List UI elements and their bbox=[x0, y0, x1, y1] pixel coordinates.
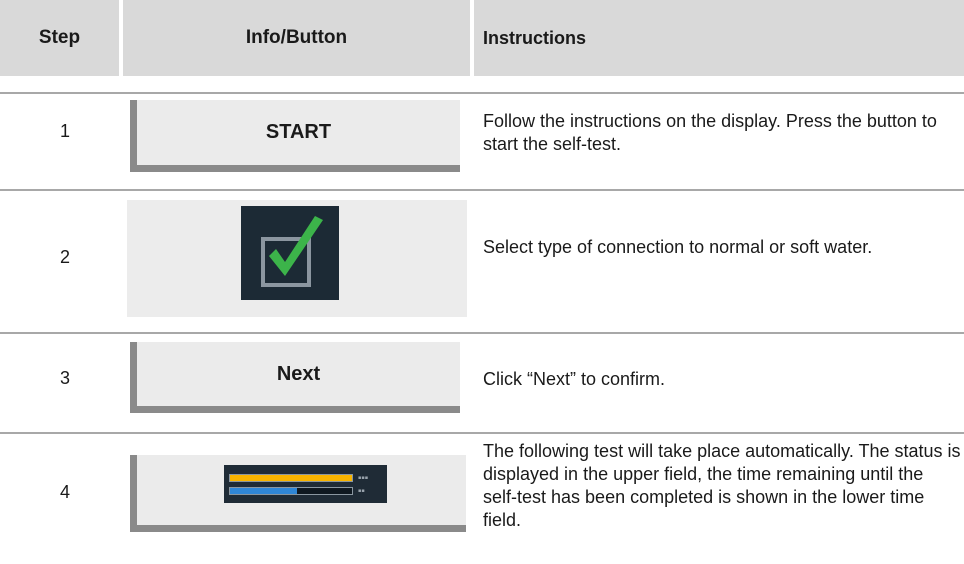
step-instruction: The following test will take place autom… bbox=[483, 441, 961, 530]
step-instruction: Click “Next” to confirm. bbox=[483, 369, 666, 389]
status-progress-bar bbox=[229, 474, 353, 482]
progress-status-icon: ▪▪▪ ▪▪ bbox=[224, 465, 387, 503]
row-divider bbox=[0, 332, 964, 334]
column-header-step: Step bbox=[0, 0, 119, 76]
checkbox-checked-icon[interactable] bbox=[241, 206, 339, 300]
row-divider bbox=[0, 189, 964, 191]
step-number: 1 bbox=[59, 121, 70, 141]
step-number: 3 bbox=[59, 368, 70, 388]
next-button[interactable]: Next bbox=[130, 342, 460, 413]
step-instruction: Follow the instructions on the display. … bbox=[483, 111, 937, 154]
step-number: 4 bbox=[59, 482, 70, 502]
checkmark-icon bbox=[261, 216, 323, 287]
table-header: Step Info/Button Instructions bbox=[0, 0, 964, 76]
self-test-status-panel: ▪▪▪ ▪▪ bbox=[130, 455, 466, 532]
time-bar-label: ▪▪ bbox=[358, 488, 365, 494]
column-header-instructions: Instructions bbox=[474, 0, 964, 76]
step-instruction: Select type of connection to normal or s… bbox=[483, 237, 873, 257]
status-bar-label: ▪▪▪ bbox=[358, 475, 369, 481]
start-button[interactable]: START bbox=[130, 100, 460, 172]
step-number: 2 bbox=[59, 247, 70, 267]
row-divider bbox=[0, 432, 964, 434]
connection-type-panel bbox=[127, 200, 467, 317]
row-divider bbox=[0, 92, 964, 94]
column-header-info-button: Info/Button bbox=[123, 0, 470, 76]
time-progress-bar bbox=[229, 487, 353, 495]
